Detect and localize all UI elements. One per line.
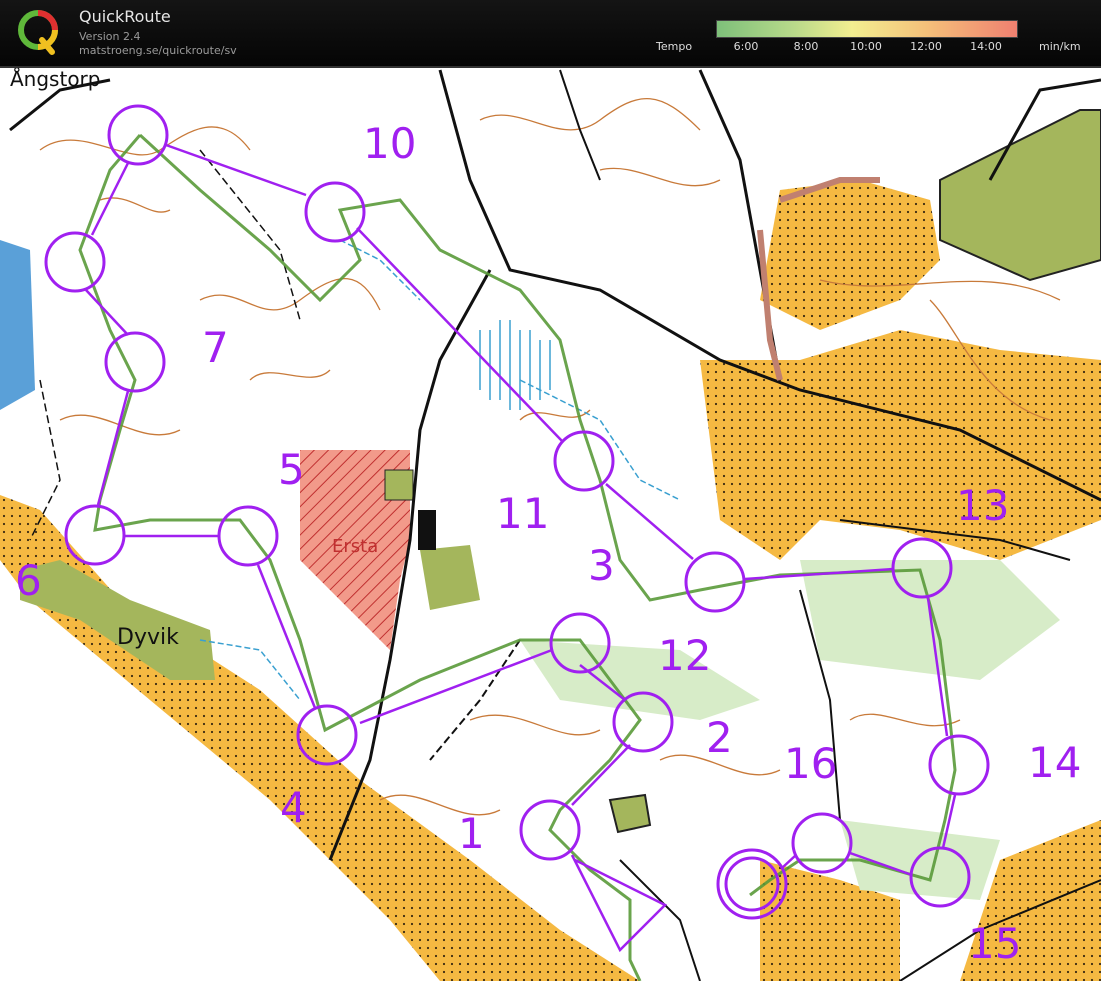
control-number: 5 [278,445,305,494]
app-header: QuickRoute Version 2.4 matstroeng.se/qui… [0,0,1101,68]
building [418,510,436,550]
control-number: 2 [706,713,733,762]
tempo-unit-label: min/km [1039,40,1081,53]
control-number: 12 [658,631,711,680]
cultivated-land [420,545,480,610]
control-number: 6 [15,556,42,605]
building [608,793,652,834]
map-canvas[interactable]: Ångstorp Dyvik Ersta 1 2 3 4 5 6 7 10 11… [0,68,1101,981]
control-number: 1 [458,809,485,858]
tempo-tick: 14:00 [970,40,1002,53]
control-number: 3 [588,541,615,590]
tempo-tick: 10:00 [850,40,882,53]
place-name: Ersta [332,536,378,557]
control-number: 10 [363,119,416,168]
tempo-label: Tempo [656,40,693,53]
app-url: matstroeng.se/quickroute/sv [79,44,237,57]
building [384,469,414,501]
tempo-color-scale [716,20,1018,38]
place-name: Dyvik [117,625,179,650]
control-number: 14 [1028,738,1081,787]
tempo-tick: 12:00 [910,40,942,53]
control-number: 7 [202,323,229,372]
control-number: 15 [968,919,1021,968]
place-name: Ångstorp [10,68,100,91]
control-number: 11 [496,489,549,538]
tempo-tick: 8:00 [793,40,819,53]
tempo-tick: 6:00 [733,40,759,53]
lake [0,240,35,410]
app-title: QuickRoute [79,7,171,26]
control-number: 13 [956,481,1009,530]
control-number: 16 [784,739,837,788]
app-version: Version 2.4 [79,30,141,43]
control-number: 4 [280,783,307,832]
open-land-area [700,330,1101,560]
quickroute-logo-icon [18,10,58,55]
orienteering-map[interactable]: Ångstorp Dyvik Ersta 1 2 3 4 5 6 7 10 11… [0,68,1101,981]
